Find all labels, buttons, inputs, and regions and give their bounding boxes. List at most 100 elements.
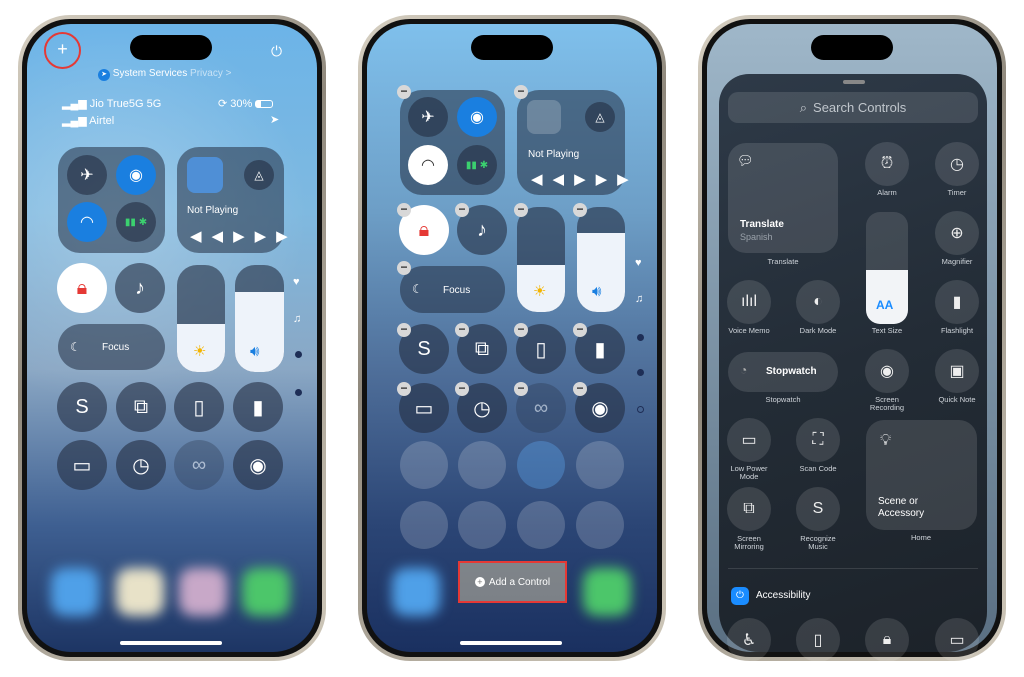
- translate-title: Translate: [740, 219, 784, 230]
- silent-mode-toggle[interactable]: ♪: [115, 263, 165, 313]
- screen-mirroring-control[interactable]: ⧉: [727, 487, 771, 531]
- remove-control-button[interactable]: −: [397, 85, 411, 99]
- quick-note-control[interactable]: ▣: [935, 349, 979, 393]
- magnifier-control[interactable]: ⊕: [935, 211, 979, 255]
- heart-icon[interactable]: ♥: [635, 257, 642, 269]
- qr-code-icon: ⛶: [812, 431, 824, 448]
- remove-control-button[interactable]: −: [573, 382, 587, 396]
- signal-icon: ▂▄▆: [62, 98, 87, 110]
- media-controls[interactable]: ◀◀▶▶▶: [531, 170, 639, 188]
- screen-record-button[interactable]: ◉: [233, 440, 283, 490]
- screen-recording-control[interactable]: ◉: [865, 349, 909, 393]
- empty-slot[interactable]: [458, 441, 506, 489]
- remove-control-button[interactable]: −: [514, 203, 528, 217]
- empty-slot[interactable]: [458, 501, 506, 549]
- battery-icon: [255, 100, 274, 109]
- link-button[interactable]: ∞: [174, 440, 224, 490]
- airplay-icon[interactable]: ◬: [585, 102, 615, 132]
- voice-memo-control[interactable]: ılıl: [727, 280, 771, 324]
- privacy-indicator[interactable]: ➤ System Services Privacy >: [98, 68, 231, 81]
- remove-control-button[interactable]: −: [455, 323, 469, 337]
- timer-button[interactable]: ◷: [116, 440, 166, 490]
- airdrop-toggle[interactable]: ◉: [457, 97, 497, 137]
- airplay-icon[interactable]: ◬: [244, 160, 274, 190]
- flashlight-control[interactable]: ▮: [935, 280, 979, 324]
- empty-slot[interactable]: [517, 441, 565, 489]
- text-size-label: Text Size: [871, 326, 903, 335]
- shazam-button[interactable]: S: [57, 382, 107, 432]
- wifi-toggle[interactable]: ◠: [408, 145, 448, 185]
- remote-button[interactable]: ▯: [174, 382, 224, 432]
- privacy-link[interactable]: Privacy >: [190, 68, 231, 79]
- recognize-music-control[interactable]: S: [796, 487, 840, 531]
- scan-code-control[interactable]: ⛶: [796, 418, 840, 462]
- accessibility-icon: ♿︎: [741, 632, 757, 649]
- volume-slider[interactable]: 🔊︎: [577, 207, 625, 312]
- empty-slot[interactable]: [517, 501, 565, 549]
- remove-control-button[interactable]: −: [397, 323, 411, 337]
- airplane-mode-toggle[interactable]: ✈: [67, 155, 107, 195]
- heart-icon[interactable]: ♥: [293, 276, 300, 288]
- cellular-bluetooth-group[interactable]: ▮▮ ✱: [116, 202, 156, 242]
- volume-slider[interactable]: 🔊︎: [235, 265, 284, 372]
- low-power-control[interactable]: ▭: [727, 418, 771, 462]
- accessibility-shortcut-control[interactable]: ♿︎: [727, 618, 771, 662]
- sheet-grabber[interactable]: [843, 80, 865, 84]
- remove-control-button[interactable]: −: [573, 323, 587, 337]
- rotation-lock-toggle[interactable]: 🔒︎: [57, 263, 107, 313]
- media-controls[interactable]: ◀◀▶▶▶: [190, 227, 298, 245]
- now-playing-text: Not Playing: [187, 205, 239, 216]
- remove-control-button[interactable]: −: [397, 261, 411, 275]
- brightness-slider[interactable]: ☀: [177, 265, 225, 372]
- empty-slot[interactable]: [400, 501, 448, 549]
- search-controls-input[interactable]: ⌕ Search Controls: [728, 92, 978, 123]
- dark-mode-control[interactable]: ◐: [796, 280, 840, 324]
- music-icon[interactable]: ♫: [635, 293, 643, 305]
- page-dot[interactable]: [295, 389, 302, 396]
- remove-control-button[interactable]: −: [514, 85, 528, 99]
- empty-slot[interactable]: [576, 441, 624, 489]
- remove-control-button[interactable]: −: [514, 323, 528, 337]
- shazam-icon: S: [75, 395, 89, 418]
- remove-control-button[interactable]: −: [455, 382, 469, 396]
- live-captions-control[interactable]: ▭: [935, 618, 979, 662]
- airdrop-toggle[interactable]: ◉: [116, 155, 156, 195]
- page-dot[interactable]: [637, 334, 644, 341]
- remote-icon: ▯: [193, 396, 205, 419]
- alarm-control[interactable]: ⏰︎: [865, 142, 909, 186]
- low-power-button[interactable]: ▭: [57, 440, 107, 490]
- page-dot-new[interactable]: [637, 406, 644, 413]
- assistive-access-control[interactable]: ▯: [796, 618, 840, 662]
- guided-access-control[interactable]: 🔒︎: [865, 618, 909, 662]
- cellular-bluetooth-group[interactable]: ▮▮ ✱: [457, 145, 497, 185]
- add-control-label: Add a Control: [488, 576, 551, 588]
- add-control-plus-button[interactable]: +: [44, 32, 81, 69]
- timer-control[interactable]: ◷: [935, 142, 979, 186]
- flashlight-button[interactable]: ▮: [233, 382, 283, 432]
- low-power-label: Low Power Mode: [730, 464, 768, 481]
- empty-slot[interactable]: [400, 441, 448, 489]
- home-indicator: [460, 641, 562, 645]
- music-icon[interactable]: ♫: [293, 313, 301, 325]
- brightness-slider[interactable]: ☀: [517, 207, 565, 312]
- empty-slot[interactable]: [576, 501, 624, 549]
- remove-control-button[interactable]: −: [455, 203, 469, 217]
- record-icon: ◉: [249, 454, 267, 477]
- screen-mirroring-button[interactable]: ⧉: [116, 382, 166, 432]
- home-indicator: [120, 641, 222, 645]
- wifi-toggle[interactable]: ◠: [67, 202, 107, 242]
- alarm-label: Alarm: [877, 188, 897, 197]
- airplane-mode-toggle[interactable]: ✈: [408, 97, 448, 137]
- page-dot[interactable]: [637, 369, 644, 376]
- add-control-button[interactable]: + Add a Control: [458, 561, 567, 603]
- focus-label: Focus: [102, 342, 130, 353]
- power-icon[interactable]: ⏻: [271, 43, 282, 60]
- text-size-slider[interactable]: AA: [866, 212, 908, 324]
- remove-control-button[interactable]: −: [397, 203, 411, 217]
- lock-icon: 🔒︎: [882, 631, 892, 648]
- wifi-icon: ◠: [421, 157, 435, 174]
- page-dot[interactable]: [295, 351, 302, 358]
- remove-control-button[interactable]: −: [514, 382, 528, 396]
- remove-control-button[interactable]: −: [573, 203, 587, 217]
- remove-control-button[interactable]: −: [397, 382, 411, 396]
